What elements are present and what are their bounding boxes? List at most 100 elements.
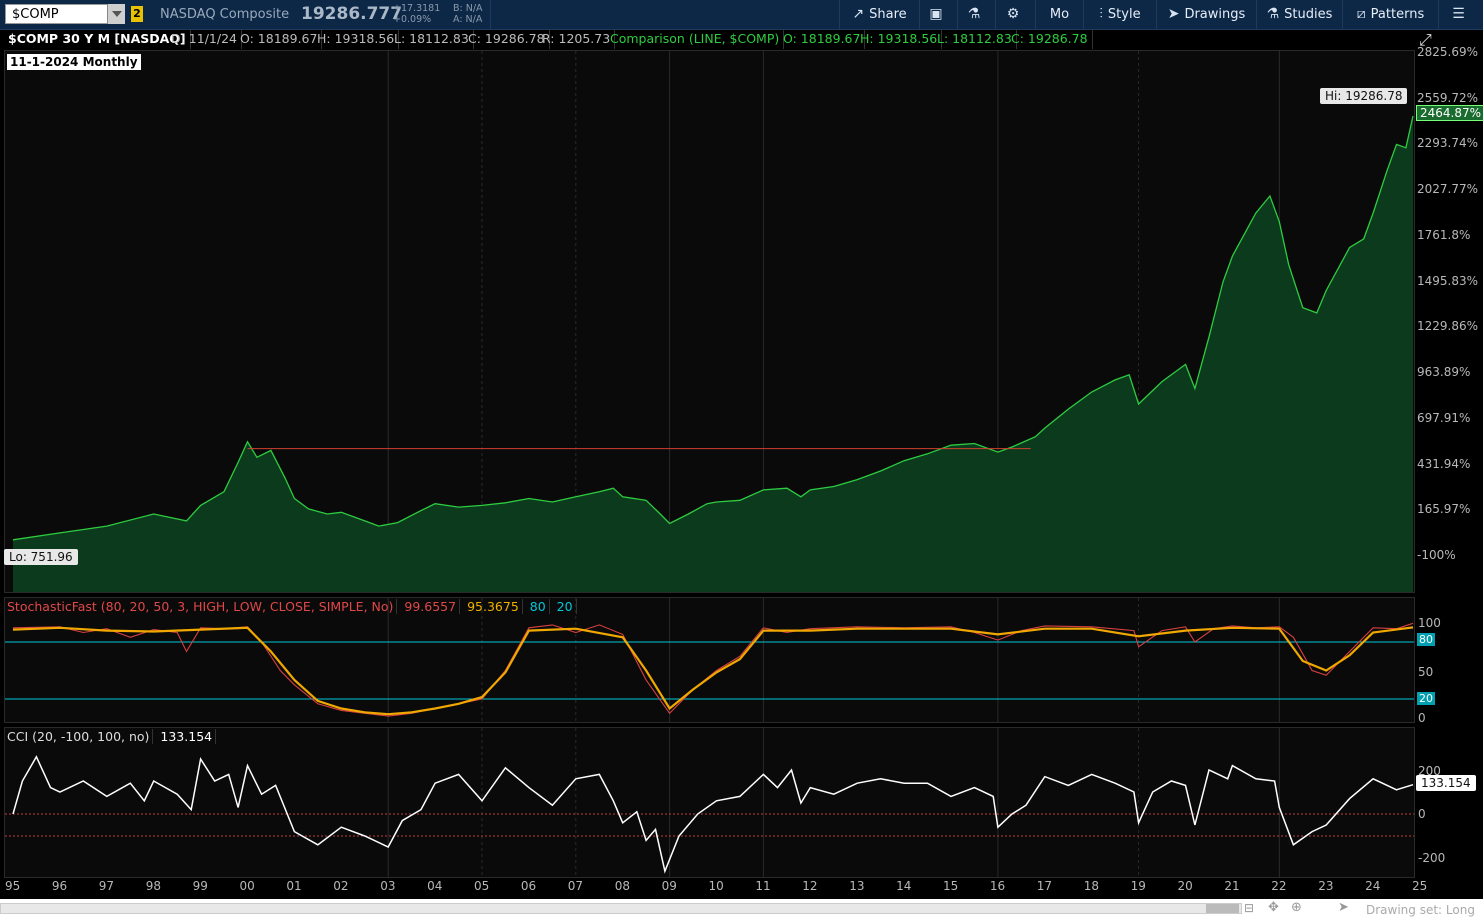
scrollbar-thumb[interactable]	[1206, 904, 1239, 913]
stochastic-title[interactable]: StochasticFast (80, 20, 50, 3, HIGH, LOW…	[4, 599, 398, 614]
price-area-fill	[13, 116, 1413, 592]
aggregation-button[interactable]: Mo	[1035, 0, 1083, 29]
cci-chart-svg	[5, 728, 1414, 877]
camera-icon: ▣	[929, 6, 943, 22]
cursor-icon: ➤	[1167, 6, 1180, 22]
cci-panel[interactable]	[4, 727, 1415, 878]
x-axis-tick: 13	[849, 879, 865, 893]
header-low: L: 18112.83	[390, 29, 474, 49]
symbol-description: NASDAQ Composite	[160, 7, 290, 22]
stoch-axis-50: 50	[1418, 665, 1434, 679]
lo-label: Lo: 751.96	[4, 549, 78, 565]
price-chart-svg	[12, 51, 1414, 592]
zoom-icon[interactable]: ⊕	[1291, 900, 1302, 915]
x-axis-tick: 97	[98, 879, 115, 893]
x-axis-tick: 00	[239, 879, 255, 893]
thinkscript-lab-button[interactable]: ⚗	[957, 0, 995, 29]
stochastic-k-value: 99.6557	[401, 599, 461, 614]
x-axis-tick: 03	[380, 879, 396, 893]
cci-header: CCI (20, -100, 100, no) 133.154	[4, 727, 217, 747]
patterns-label: Patterns	[1370, 7, 1425, 22]
x-axis-tick: 07	[567, 879, 584, 893]
x-axis-tick: 09	[661, 879, 677, 893]
price-axis-tick: 431.94%	[1417, 456, 1471, 471]
candlestick-icon: ⫶	[1099, 6, 1103, 22]
stochastic-series-fullk	[12, 622, 1414, 717]
x-axis-tick: 12	[802, 879, 818, 893]
x-axis-tick: 08	[614, 879, 630, 893]
bid-value: B: N/A	[453, 3, 483, 14]
cci-value-badge: 133.154	[1416, 775, 1476, 791]
style-button[interactable]: ⫶ Style	[1083, 0, 1156, 29]
drawing-cursor-icon[interactable]: ➤	[1338, 900, 1349, 915]
style-label: Style	[1107, 7, 1141, 22]
comparison-low: L: 18112.83	[933, 29, 1017, 49]
share-label: Share	[869, 7, 907, 22]
bottom-bar: ⊟ ✥ ⊕ ➤ Drawing set: Long	[0, 899, 1483, 921]
snapshot-button[interactable]: ▣	[919, 0, 957, 29]
x-axis-tick: 19	[1130, 879, 1146, 893]
price-panel[interactable]	[4, 50, 1415, 593]
beaker-icon: ⚗	[1266, 6, 1280, 22]
collapse-icon[interactable]: ⊟	[1244, 901, 1254, 915]
horizontal-scrollbar[interactable]	[0, 903, 1242, 914]
header-range: R: 1205.73	[538, 29, 616, 49]
x-axis-tick: 04	[427, 879, 443, 893]
drawings-label: Drawings	[1184, 7, 1246, 22]
price-change: +17.3181 +0.09%	[393, 3, 440, 25]
header-open: O: 18189.67	[236, 29, 323, 49]
drawings-button[interactable]: ➤ Drawings	[1156, 0, 1256, 29]
x-axis-tick: 24	[1365, 879, 1381, 893]
header-close: C: 19286.78	[464, 29, 550, 49]
symbol-dropdown-button[interactable]	[107, 4, 125, 24]
top-toolbar: $COMP 2 NASDAQ Composite 19286.777 +17.3…	[0, 0, 1483, 30]
cci-title[interactable]: CCI (20, -100, 100, no)	[4, 729, 154, 744]
price-axis-tick: 165.97%	[1417, 502, 1471, 517]
patterns-button[interactable]: ⧄ Patterns	[1342, 0, 1438, 29]
chart-date-label: 11-1-2024 Monthly	[7, 54, 141, 70]
x-axis-tick: 16	[989, 879, 1006, 893]
share-button[interactable]: ↗ Share	[839, 0, 919, 29]
stoch-80-badge: 80	[1417, 633, 1435, 646]
price-axis-tick: 1229.86%	[1417, 319, 1479, 334]
studies-label: Studies	[1284, 7, 1333, 22]
link-group-badge[interactable]: 2	[131, 6, 143, 22]
net-change: +17.3181	[393, 3, 441, 14]
pattern-icon: ⧄	[1356, 6, 1366, 22]
comparison-label: Comparison (LINE, $COMP)	[606, 29, 785, 49]
share-icon: ↗	[852, 6, 865, 22]
x-axis-tick: 23	[1318, 879, 1334, 893]
stoch-20-badge: 20	[1417, 692, 1435, 705]
x-axis-tick: 99	[192, 879, 208, 893]
stochastic-overbought: 80	[526, 599, 550, 614]
menu-button[interactable]: ☰	[1438, 0, 1483, 29]
x-axis-tick: 05	[474, 879, 490, 893]
hi-label: Hi: 19286.78	[1320, 88, 1408, 104]
stochastic-d-value: 95.3675	[464, 599, 523, 614]
cci-axis-0: 0	[1418, 807, 1426, 821]
x-axis-tick: 95	[5, 879, 21, 893]
cci-value: 133.154	[157, 729, 217, 744]
current-pct-badge: 2464.87%	[1416, 105, 1483, 121]
x-axis-tick: 17	[1036, 879, 1053, 893]
x-axis-tick: 06	[520, 879, 537, 893]
stochastic-header: StochasticFast (80, 20, 50, 3, HIGH, LOW…	[4, 597, 577, 617]
price-axis-tick: 2027.77%	[1417, 182, 1479, 197]
chart-title: $COMP 30 Y M [NASDAQ]	[4, 29, 191, 49]
x-axis-tick: 02	[333, 879, 349, 893]
pan-icon[interactable]: ✥	[1268, 900, 1279, 915]
toolbar-spacer	[490, 0, 840, 29]
drawing-set-label[interactable]: Drawing set: Long	[1366, 903, 1475, 917]
x-axis-tick: 15	[943, 879, 959, 893]
x-axis-tick: 98	[145, 879, 161, 893]
comparison-close: C: 19286.78	[1007, 29, 1093, 49]
price-axis-tick: 697.91%	[1417, 410, 1471, 425]
stochastic-series-fulld	[12, 626, 1414, 716]
x-axis-tick: 10	[708, 879, 724, 893]
gear-icon: ⚙	[1006, 6, 1020, 22]
studies-button[interactable]: ⚗ Studies	[1256, 0, 1342, 29]
stochastic-oversold: 20	[553, 599, 577, 614]
chart-settings-button[interactable]: ⚙	[995, 0, 1035, 29]
x-axis-tick: 20	[1177, 879, 1193, 893]
x-axis-tick: 96	[51, 879, 68, 893]
